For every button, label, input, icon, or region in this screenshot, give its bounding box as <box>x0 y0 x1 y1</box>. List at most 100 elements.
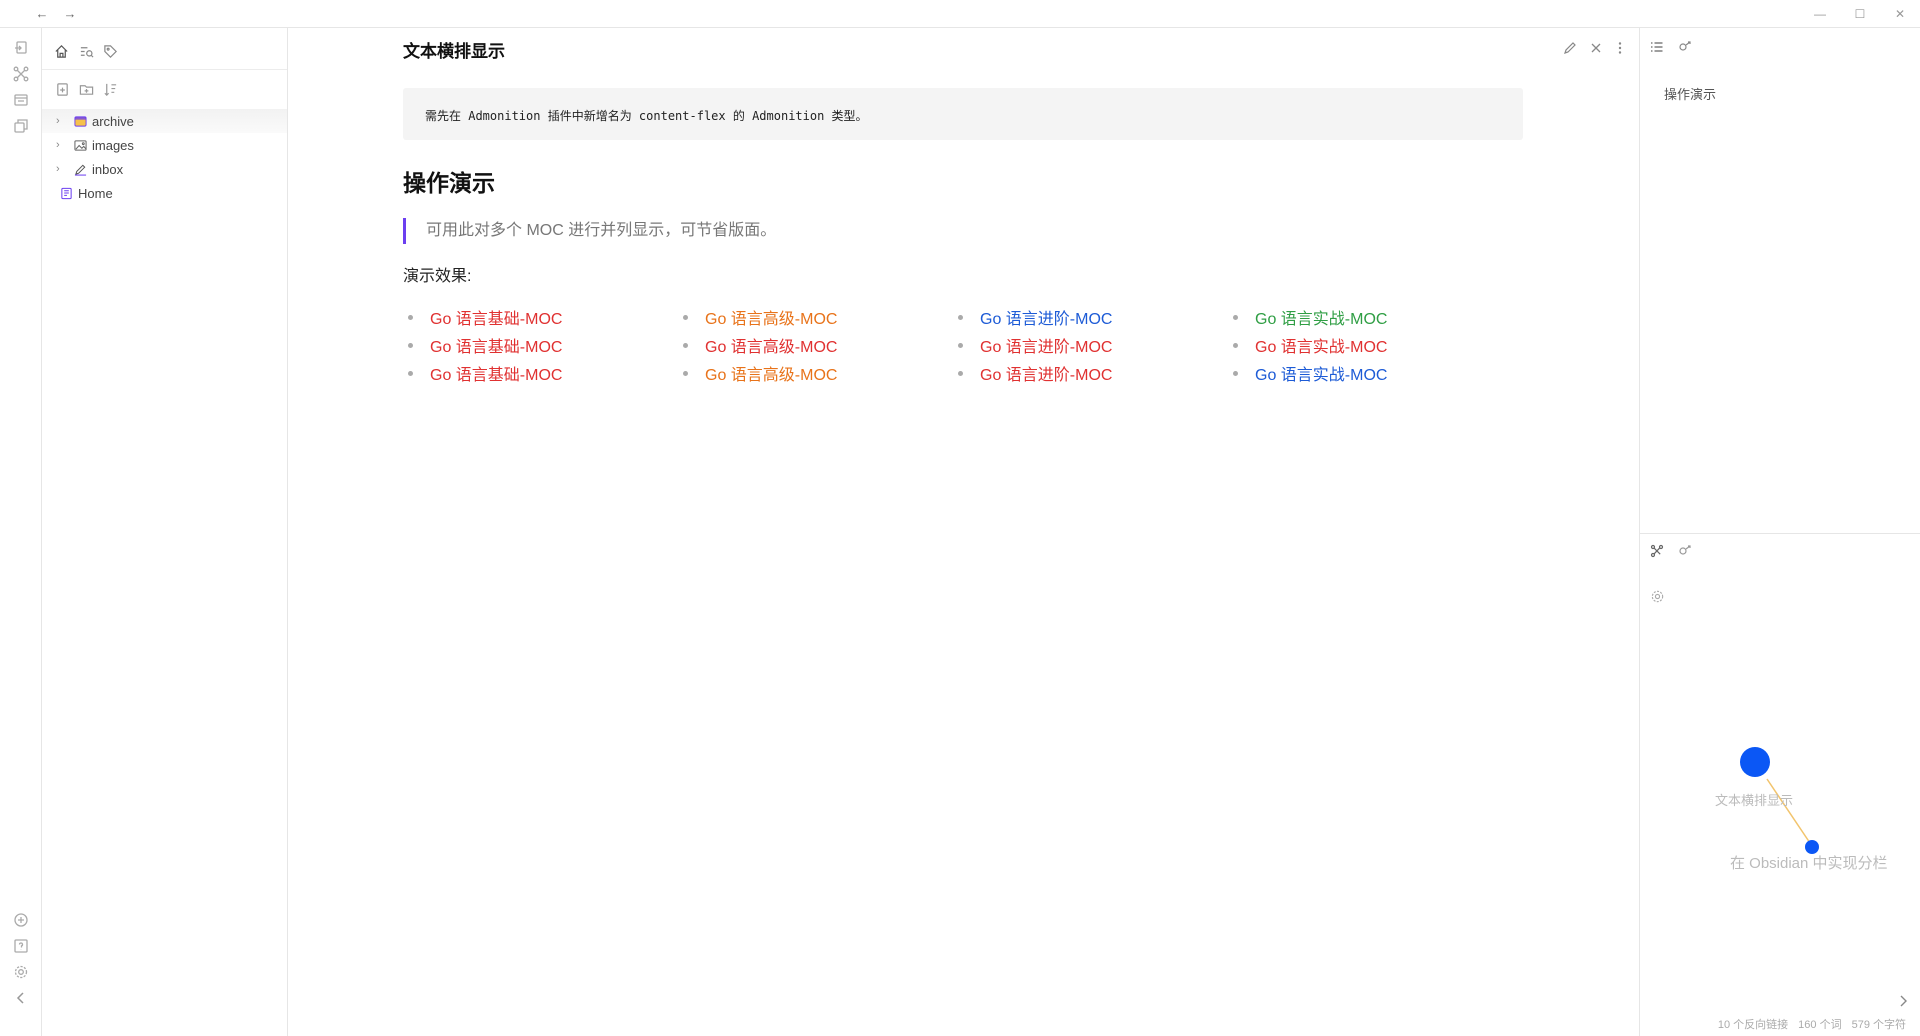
moc-link[interactable]: Go 语言进阶-MOC <box>980 361 1112 385</box>
blockquote: 可用此对多个 MOC 进行并列显示，可节省版面。 <box>403 218 776 244</box>
moc-link[interactable]: Go 语言进阶-MOC <box>980 333 1112 357</box>
right-sidebar: 操作演示 文本横排显示 在 Obsidian 中实现分栏 10 个反向链接 16… <box>1639 28 1920 1036</box>
demo-label: 演示效果: <box>403 268 472 285</box>
tag-icon[interactable] <box>101 42 119 60</box>
page-title[interactable]: 文本横排显示 <box>403 37 505 62</box>
moc-link[interactable]: Go 语言实战-MOC <box>1255 361 1387 385</box>
bullet-icon <box>408 370 413 376</box>
graph-node-label: 文本横排显示 <box>1715 793 1794 808</box>
chevron-right-icon[interactable]: › <box>56 163 70 175</box>
local-graph-panel: 文本横排显示 在 Obsidian 中实现分栏 <box>1640 534 1920 1036</box>
title-bar: ← → — ☐ ✕ <box>0 0 1920 28</box>
vault-switcher-icon[interactable] <box>6 908 36 932</box>
bullet-icon <box>1233 342 1238 348</box>
tree-label: inbox <box>92 161 124 177</box>
bullet-icon <box>683 370 688 376</box>
file-home[interactable]: Home <box>42 181 287 205</box>
graph-node-current[interactable] <box>1740 747 1770 777</box>
moc-list-item[interactable]: Go 语言实战-MOC <box>1233 331 1387 359</box>
moc-link[interactable]: Go 语言高级-MOC <box>705 305 837 329</box>
collapse-left-chevron-icon[interactable] <box>6 986 36 1010</box>
section-heading: 操作演示 <box>403 170 495 196</box>
moc-list-item[interactable]: Go 语言高级-MOC <box>683 303 837 331</box>
bullet-icon <box>1233 314 1238 320</box>
moc-link[interactable]: Go 语言高级-MOC <box>705 333 837 357</box>
code-block: 需先在 Admonition 插件中新增名为 content-flex 的 Ad… <box>403 88 1523 140</box>
moc-list-item[interactable]: Go 语言进阶-MOC <box>958 331 1112 359</box>
bullet-icon <box>408 314 413 320</box>
sidebar-tab-bar <box>42 28 287 70</box>
graph-view-icon[interactable] <box>6 62 36 86</box>
image-icon <box>73 138 87 152</box>
moc-list-item[interactable]: Go 语言高级-MOC <box>683 359 837 387</box>
moc-link[interactable]: Go 语言进阶-MOC <box>980 305 1112 329</box>
moc-column: Go 语言进阶-MOC Go 语言进阶-MOC Go 语言进阶-MOC <box>958 303 1112 387</box>
moc-list-item[interactable]: Go 语言基础-MOC <box>408 303 562 331</box>
moc-link[interactable]: Go 语言基础-MOC <box>430 333 562 357</box>
back-arrow-icon[interactable]: ← <box>32 5 52 23</box>
chevron-right-icon[interactable]: › <box>56 115 70 127</box>
file-explorer-actions <box>42 70 287 108</box>
new-folder-icon[interactable] <box>77 80 95 98</box>
moc-column: Go 语言实战-MOC Go 语言实战-MOC Go 语言实战-MOC <box>1233 303 1387 387</box>
outline-item[interactable]: 操作演示 <box>1664 84 1716 103</box>
bullet-icon <box>958 370 963 376</box>
status-words: 160 个词 <box>1798 1019 1842 1031</box>
moc-column: Go 语言基础-MOC Go 语言基础-MOC Go 语言基础-MOC <box>408 303 562 387</box>
bullet-icon <box>408 342 413 348</box>
moc-list-item[interactable]: Go 语言进阶-MOC <box>958 359 1112 387</box>
moc-link[interactable]: Go 语言基础-MOC <box>430 305 562 329</box>
search-icon[interactable] <box>77 42 95 60</box>
pencil-icon <box>73 162 87 176</box>
moc-link[interactable]: Go 语言实战-MOC <box>1255 305 1387 329</box>
minimize-icon[interactable]: — <box>1808 4 1832 24</box>
bullet-icon <box>683 342 688 348</box>
home-icon[interactable] <box>52 42 70 60</box>
book-icon <box>59 186 73 200</box>
backlinks-icon[interactable] <box>1676 38 1694 56</box>
more-options-icon[interactable] <box>1611 39 1629 57</box>
folder-inbox[interactable]: › inbox <box>42 157 287 181</box>
new-note-icon[interactable] <box>53 80 71 98</box>
help-icon[interactable] <box>6 934 36 958</box>
file-explorer-pane: › archive › images › inbox Home <box>42 28 288 1036</box>
moc-link[interactable]: Go 语言高级-MOC <box>705 361 837 385</box>
forward-arrow-icon[interactable]: → <box>60 5 80 23</box>
archive-icon <box>73 114 87 128</box>
outline-list-icon[interactable] <box>1648 38 1666 56</box>
maximize-icon[interactable]: ☐ <box>1848 4 1872 24</box>
status-chars: 579 个字符 <box>1851 1019 1906 1031</box>
bullet-icon <box>1233 370 1238 376</box>
sort-icon[interactable] <box>101 80 119 98</box>
status-backlinks[interactable]: 10 个反向链接 <box>1718 1016 1788 1032</box>
moc-list-item[interactable]: Go 语言实战-MOC <box>1233 359 1387 387</box>
moc-list-item[interactable]: Go 语言基础-MOC <box>408 331 562 359</box>
bullet-icon <box>958 314 963 320</box>
folder-images[interactable]: › images <box>42 133 287 157</box>
tree-label: archive <box>92 113 134 129</box>
open-quick-switcher-icon[interactable] <box>6 36 36 60</box>
status-bar: 10 个反向链接 160 个词 579 个字符 <box>1718 1016 1906 1032</box>
graph-canvas[interactable] <box>1640 534 1920 1036</box>
close-window-icon[interactable]: ✕ <box>1888 4 1912 24</box>
templates-icon[interactable] <box>6 114 36 138</box>
moc-list-item[interactable]: Go 语言进阶-MOC <box>958 303 1112 331</box>
moc-list-item[interactable]: Go 语言基础-MOC <box>408 359 562 387</box>
close-tab-icon[interactable] <box>1587 39 1605 57</box>
folder-archive[interactable]: › archive <box>42 109 287 133</box>
bullet-icon <box>683 314 688 320</box>
editor-pane: 文本横排显示 需先在 Admonition 插件中新增名为 content-fl… <box>288 28 1638 1036</box>
moc-list-item[interactable]: Go 语言实战-MOC <box>1233 303 1387 331</box>
settings-gear-icon[interactable] <box>6 960 36 984</box>
outline-panel: 操作演示 <box>1640 28 1920 534</box>
moc-link[interactable]: Go 语言实战-MOC <box>1255 333 1387 357</box>
edit-pencil-icon[interactable] <box>1561 39 1579 57</box>
bullet-icon <box>958 342 963 348</box>
canvas-icon[interactable] <box>6 88 36 112</box>
moc-list-item[interactable]: Go 语言高级-MOC <box>683 331 837 359</box>
tree-label: images <box>92 137 134 153</box>
moc-link[interactable]: Go 语言基础-MOC <box>430 361 562 385</box>
chevron-right-icon[interactable]: › <box>56 139 70 151</box>
collapse-right-chevron-icon[interactable] <box>1894 992 1912 1010</box>
moc-column: Go 语言高级-MOC Go 语言高级-MOC Go 语言高级-MOC <box>683 303 837 387</box>
